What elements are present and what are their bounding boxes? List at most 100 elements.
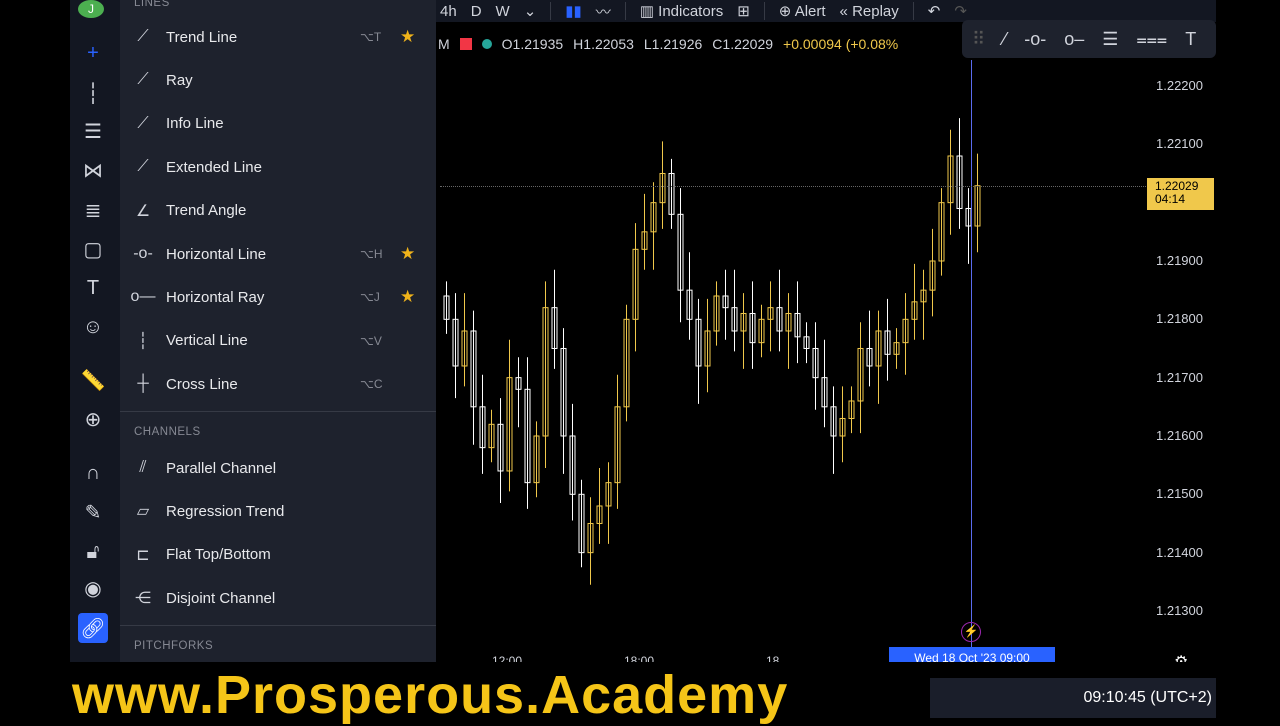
candle bbox=[884, 298, 891, 381]
fib-icon[interactable]: ≣ bbox=[78, 195, 108, 225]
candle bbox=[488, 409, 495, 463]
replay-label: Replay bbox=[852, 2, 899, 20]
candle bbox=[506, 339, 513, 492]
menu-item-regression-trend[interactable]: ▱ Regression Trend bbox=[120, 491, 436, 531]
eye-icon[interactable]: ◉ bbox=[78, 573, 108, 603]
divider bbox=[763, 2, 765, 20]
menu-item-trend-line[interactable]: ⟋ Trend Line ⌥T ★ bbox=[120, 17, 436, 57]
channels-icon[interactable]: ☰ bbox=[78, 116, 108, 146]
candle bbox=[740, 293, 747, 369]
menu-item-info-line[interactable]: ⟋ Info Line bbox=[120, 104, 436, 144]
candle bbox=[641, 193, 648, 270]
line-chart-icon[interactable]: 〰 bbox=[596, 1, 611, 22]
candle bbox=[938, 188, 945, 276]
lightning-icon[interactable]: ⚡ bbox=[961, 622, 981, 642]
chevron-down-icon[interactable]: ⌄ bbox=[524, 2, 537, 20]
menu-item-extended-line[interactable]: ⟋ Extended Line bbox=[120, 147, 436, 187]
candle bbox=[713, 281, 720, 346]
candle bbox=[902, 293, 909, 375]
candle bbox=[578, 479, 585, 568]
candle bbox=[830, 386, 837, 474]
crosshair-icon[interactable]: + bbox=[78, 38, 108, 68]
candle bbox=[461, 293, 468, 387]
horizontal-ray-icon[interactable]: o– bbox=[1064, 29, 1084, 50]
candle bbox=[731, 269, 738, 352]
candle bbox=[704, 298, 711, 393]
flag-icon[interactable] bbox=[459, 38, 472, 50]
avatar[interactable]: J bbox=[78, 0, 104, 18]
text-icon[interactable]: T bbox=[78, 273, 108, 303]
text-icon[interactable]: T bbox=[1185, 29, 1196, 50]
tool-icon: -o- bbox=[133, 245, 153, 262]
replay-button[interactable]: « Replay bbox=[840, 3, 899, 20]
menu-item-horizontal-line[interactable]: -o- Horizontal Line ⌥H ★ bbox=[120, 234, 436, 274]
current-price-label: 1.22029 04:14 bbox=[1147, 178, 1214, 210]
rectangle-icon[interactable]: ▢ bbox=[78, 234, 108, 264]
ruler-icon[interactable]: 📏 bbox=[78, 365, 108, 395]
price-label: 1.21800 bbox=[1156, 311, 1203, 327]
drawing-tools-menu: LINES CHANNELS PITCHFORKS ⟋ Trend Line ⌥T ★… bbox=[120, 0, 436, 662]
tool-icon: ▱ bbox=[136, 503, 150, 521]
interval-d[interactable]: D bbox=[471, 3, 482, 20]
interval-4h[interactable]: 4h bbox=[440, 3, 457, 20]
link-icon[interactable]: 🔗︎ bbox=[78, 613, 108, 643]
shortcut: ⌥J bbox=[360, 290, 380, 305]
interval-w[interactable]: W bbox=[496, 3, 510, 20]
divider bbox=[912, 2, 914, 20]
alert-button[interactable]: ⊕ Alert bbox=[779, 2, 826, 20]
menu-item-flat-top-bottom[interactable]: ⊏ Flat Top/Bottom bbox=[120, 535, 436, 575]
menu-item-horizontal-ray[interactable]: o— Horizontal Ray ⌥J ★ bbox=[120, 277, 436, 317]
candle bbox=[911, 263, 918, 340]
undo-icon[interactable]: ↶ bbox=[928, 2, 941, 20]
layouts-icon[interactable]: ⊞ bbox=[737, 2, 750, 20]
candle bbox=[956, 118, 963, 229]
favorite-star-icon[interactable]: ★ bbox=[400, 287, 436, 307]
menu-item-parallel-channel[interactable]: ⫽ Parallel Channel bbox=[120, 448, 436, 488]
shortcut: ⌥H bbox=[360, 247, 383, 261]
menu-item-cross-line[interactable]: ┼ Cross Line ⌥C bbox=[120, 364, 436, 404]
price-label: 1.22100 bbox=[1156, 136, 1203, 152]
fib-icon[interactable]: ⩶ bbox=[1136, 29, 1167, 50]
price-chart[interactable] bbox=[436, 60, 1146, 660]
legend-high: H1.22053 bbox=[573, 36, 634, 52]
menu-item-trend-angle[interactable]: ∠ Trend Angle bbox=[120, 191, 436, 231]
indicators-button[interactable]: ▥ Indicators bbox=[640, 2, 723, 20]
horizontal-line-icon[interactable]: -o- bbox=[1024, 29, 1046, 50]
candle bbox=[767, 281, 774, 352]
tool-icon: ∠ bbox=[135, 202, 151, 220]
lock-drawing-icon[interactable]: ✎ bbox=[78, 497, 108, 527]
menu-item-label: Horizontal Line bbox=[166, 245, 267, 263]
candle bbox=[785, 293, 792, 369]
price-axis[interactable]: 1.22200 1.22100 1.21900 1.21800 1.21700 1.216… bbox=[1146, 60, 1216, 660]
candle bbox=[749, 281, 756, 369]
emoji-icon[interactable]: ☺ bbox=[78, 312, 108, 342]
price-label: 1.21300 bbox=[1156, 602, 1203, 618]
drag-handle-icon[interactable]: ⠿ bbox=[972, 29, 985, 50]
candles-icon[interactable]: ▮▮ bbox=[565, 2, 582, 20]
bar-countdown: 04:14 bbox=[1155, 192, 1186, 206]
magnet-icon[interactable]: ∩ bbox=[78, 458, 108, 488]
candle bbox=[614, 374, 621, 509]
zoom-icon[interactable]: ⊕ bbox=[78, 404, 108, 434]
indicators-label: Indicators bbox=[658, 3, 724, 20]
favorite-star-icon[interactable]: ★ bbox=[400, 244, 436, 264]
redo-icon[interactable]: ↷ bbox=[954, 2, 967, 20]
legend-interval: M bbox=[438, 36, 450, 52]
menu-item-label: Info Line bbox=[166, 115, 224, 133]
candle bbox=[839, 386, 846, 463]
lock-icon[interactable]: 🔓︎ bbox=[78, 537, 108, 567]
market-status-icon bbox=[481, 39, 492, 49]
candle bbox=[569, 403, 576, 521]
menu-item-ray[interactable]: ⟋ Ray bbox=[120, 60, 436, 100]
pattern-icon[interactable]: ⋈ bbox=[78, 155, 108, 185]
parallel-channel-icon[interactable]: ☰ bbox=[1102, 29, 1118, 50]
menu-item-label: Extended Line bbox=[166, 158, 262, 176]
trend-line-icon[interactable]: ⁄ bbox=[1003, 29, 1006, 50]
top-toolbar: 4h D W ⌄ ▮▮ 〰 ▥ Indicators ⊞ ⊕ Alert « R… bbox=[436, 0, 1216, 22]
favorite-star-icon[interactable]: ★ bbox=[400, 27, 436, 47]
menu-item-label: Trend Line bbox=[166, 28, 238, 46]
vertical-line-icon[interactable]: ┆ bbox=[78, 78, 108, 108]
menu-item-disjoint-channel[interactable]: ⋲ Disjoint Channel bbox=[120, 578, 436, 618]
menu-item-vertical-line[interactable]: ┆ Vertical Line ⌥V bbox=[120, 321, 436, 361]
legend-change: +0.00094 (+0.08% bbox=[783, 36, 899, 52]
